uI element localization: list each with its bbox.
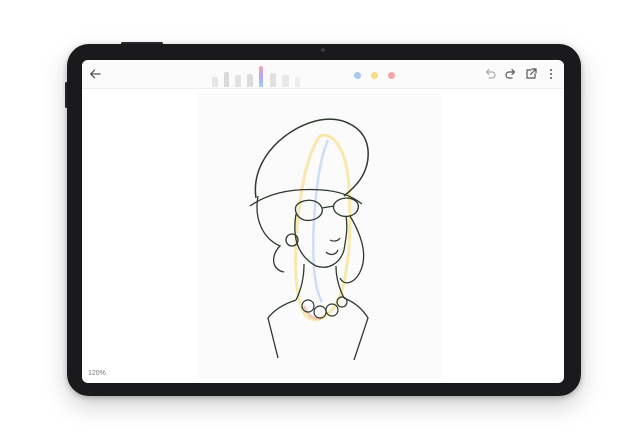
zoom-level: 120% <box>88 370 106 377</box>
pen-tray <box>210 63 338 87</box>
marker-icon[interactable] <box>259 66 263 87</box>
fountain-pen-icon[interactable] <box>235 75 241 87</box>
more-vert-icon[interactable] <box>544 67 558 81</box>
notes-app-screen: 120% <box>82 60 564 383</box>
brush-icon[interactable] <box>247 74 253 87</box>
back-arrow-icon[interactable] <box>88 67 102 81</box>
ballpoint-pen-icon[interactable] <box>224 72 229 87</box>
ruler-icon[interactable] <box>295 77 300 87</box>
front-camera <box>321 48 325 52</box>
sketch-drawing <box>197 92 441 378</box>
redo-icon[interactable] <box>504 67 518 81</box>
drawing-canvas[interactable] <box>82 88 564 383</box>
top-toolbar <box>82 60 564 89</box>
color-swatch-yellow[interactable] <box>371 72 378 79</box>
lasso-icon[interactable] <box>282 75 289 87</box>
undo-icon[interactable] <box>483 67 497 81</box>
eraser-icon[interactable] <box>270 73 276 87</box>
color-swatch-blue[interactable] <box>354 72 361 79</box>
color-swatch-pink[interactable] <box>388 72 395 79</box>
export-icon[interactable] <box>524 67 538 81</box>
pencil-icon[interactable] <box>212 77 218 87</box>
